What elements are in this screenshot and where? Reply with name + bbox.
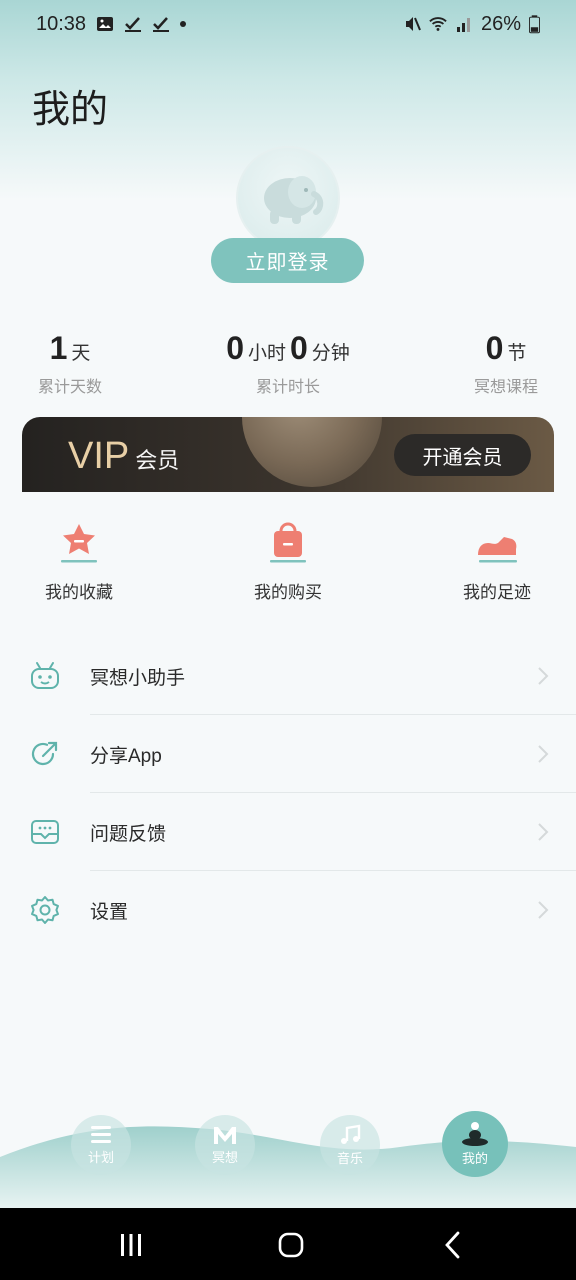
my-favorites-label: 我的收藏 — [45, 583, 113, 602]
menu-item-label: 问题反馈 — [90, 823, 167, 845]
nav-plan[interactable]: 计划 — [71, 1115, 131, 1175]
menu-item-label: 设置 — [90, 901, 129, 923]
settings-menu: 冥想小助手 分享App 问题反馈 设置 — [0, 637, 576, 949]
system-navigation-bar — [0, 1208, 576, 1280]
hours-unit: 小时 — [247, 343, 286, 364]
wifi-icon — [429, 17, 447, 31]
my-footprint-button[interactable]: 我的足迹 — [442, 520, 552, 603]
chevron-right-icon — [538, 823, 549, 841]
share-icon — [31, 741, 58, 766]
my-favorites-button[interactable]: 我的收藏 — [24, 520, 134, 603]
login-button[interactable]: 立即登录 — [211, 238, 364, 283]
signal-icon — [456, 18, 470, 32]
vip-banner[interactable]: VIP 会员 开通会员 — [22, 417, 554, 492]
shopping-bag-icon — [270, 522, 306, 563]
shoe-icon — [478, 537, 517, 563]
check-notification-icon — [125, 17, 142, 32]
recent-apps-icon[interactable] — [116, 1230, 146, 1260]
nav-plan-label: 计划 — [87, 1150, 114, 1165]
open-vip-button[interactable]: 开通会员 — [394, 434, 531, 476]
menu-item-label: 分享App — [90, 745, 162, 767]
my-footprint-label: 我的足迹 — [463, 583, 531, 602]
hours-value: 0 — [226, 330, 244, 366]
chevron-right-icon — [538, 901, 549, 919]
gear-icon — [31, 896, 59, 924]
menu-item-share[interactable]: 分享App — [0, 715, 576, 793]
chevron-right-icon — [538, 667, 549, 685]
status-bar: 10:38 26% — [0, 0, 576, 48]
status-time: 10:38 — [36, 12, 87, 35]
meditation-person-icon — [462, 1122, 488, 1146]
nav-mine[interactable]: 我的 — [442, 1111, 508, 1177]
lessons-label: 冥想课程 — [473, 379, 538, 396]
nav-music[interactable]: 音乐 — [320, 1115, 380, 1175]
more-notifications-dot — [180, 21, 187, 27]
menu-item-settings[interactable]: 设置 — [0, 871, 576, 949]
chevron-right-icon — [538, 745, 549, 763]
m-logo-icon — [214, 1127, 236, 1144]
days-unit: 天 — [71, 343, 91, 364]
menu-item-label: 冥想小助手 — [90, 667, 186, 689]
stat-duration: 0 小时 0 分钟 累计时长 — [200, 330, 376, 397]
stats-section: 1 天 累计天数 0 小时 0 分钟 累计时长 0 节 冥想课程 — [0, 330, 576, 400]
vip-title: VIP 会员 — [68, 435, 179, 478]
nav-meditate[interactable]: 冥想 — [195, 1115, 255, 1175]
star-icon — [61, 524, 97, 563]
minutes-value: 0 — [290, 330, 308, 366]
lessons-value: 0 — [485, 330, 504, 366]
mute-icon — [405, 17, 421, 31]
page-title: 我的 — [32, 89, 109, 131]
vip-title-big: VIP — [68, 435, 130, 477]
battery-icon — [529, 14, 540, 33]
image-notification-icon — [97, 17, 114, 31]
elephant-icon — [264, 176, 324, 224]
check-notification-icon — [153, 17, 170, 32]
battery-percent: 26% — [480, 12, 521, 35]
menu-item-assistant[interactable]: 冥想小助手 — [0, 637, 576, 715]
bottom-navigation: 计划 冥想 音乐 我的 — [0, 1095, 576, 1208]
menu-item-feedback[interactable]: 问题反馈 — [0, 793, 576, 871]
stat-days: 1 天 累计天数 — [22, 330, 118, 397]
avatar[interactable] — [236, 146, 340, 250]
nav-music-label: 音乐 — [336, 1151, 363, 1166]
list-icon — [91, 1126, 111, 1143]
stat-lessons: 0 节 冥想课程 — [458, 330, 554, 397]
vip-moon-decoration — [242, 417, 382, 487]
nav-mine-label: 我的 — [461, 1151, 488, 1166]
days-value: 1 — [49, 330, 68, 366]
home-icon[interactable] — [276, 1230, 306, 1260]
quick-actions: 我的收藏 我的购买 我的足迹 — [0, 520, 576, 610]
robot-icon — [31, 662, 59, 689]
nav-meditate-label: 冥想 — [211, 1150, 238, 1165]
duration-label: 累计时长 — [255, 379, 320, 396]
vip-title-small: 会员 — [135, 448, 180, 473]
minutes-unit: 分钟 — [311, 343, 350, 364]
feedback-icon — [31, 820, 59, 844]
back-icon[interactable] — [438, 1230, 468, 1260]
days-label: 累计天数 — [37, 379, 102, 396]
my-purchases-label: 我的购买 — [254, 583, 322, 602]
music-note-icon — [341, 1124, 361, 1144]
my-purchases-button[interactable]: 我的购买 — [233, 520, 343, 603]
lessons-unit: 节 — [507, 343, 527, 364]
